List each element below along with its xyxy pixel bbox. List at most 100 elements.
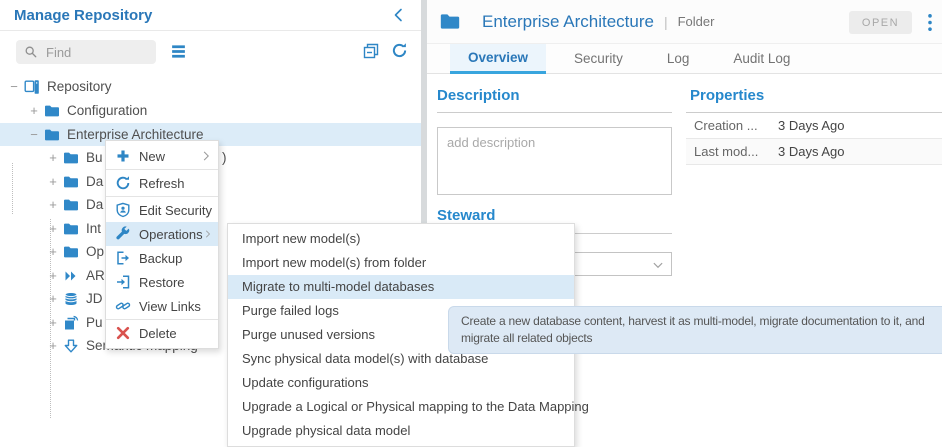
context-menu-item[interactable]: Edit Security	[106, 198, 218, 222]
links-icon	[115, 298, 131, 314]
submenu-item[interactable]: Import new model(s) from folder	[228, 251, 574, 275]
submenu-item[interactable]: Upgrade physical data model	[228, 419, 574, 443]
detail-header: Enterprise Architecture | Folder OPEN	[427, 0, 942, 44]
context-menu-item[interactable]: Refresh	[106, 171, 218, 195]
context-menu-item[interactable]: Operations	[106, 222, 218, 246]
submenu-item[interactable]: Import new model(s)	[228, 227, 574, 251]
chevron-left-icon[interactable]	[391, 7, 407, 23]
context-menu-item[interactable]: Backup	[106, 246, 218, 270]
menu-separator	[106, 319, 218, 320]
tree-row-label: Pu	[86, 315, 103, 330]
layers-icon	[63, 315, 79, 331]
tree-expander-plus[interactable]: +	[47, 268, 59, 283]
double-arrow-icon	[63, 268, 79, 284]
context-menu-item-label: Delete	[139, 326, 177, 341]
tree-expander-minus[interactable]: −	[8, 79, 20, 94]
panel-header: Manage Repository	[0, 0, 421, 31]
folder-icon	[44, 127, 60, 143]
shield-user-icon	[115, 202, 131, 218]
tree-expander-plus[interactable]: +	[47, 338, 59, 353]
steward-heading: Steward	[437, 207, 495, 224]
context-menu: New Refresh Edit Security Operations Backup R…	[105, 140, 219, 349]
property-value: 3 Days Ago	[778, 118, 942, 133]
tree-expander-plus[interactable]: +	[47, 150, 59, 165]
open-button[interactable]: OPEN	[849, 11, 912, 34]
tree-expander-plus[interactable]: +	[47, 174, 59, 189]
tree-row-label: Op	[86, 244, 104, 259]
tree-expander-plus[interactable]: +	[47, 315, 59, 330]
tree-expander-plus[interactable]: +	[47, 291, 59, 306]
plus-icon	[115, 148, 131, 164]
tree-toolbar	[0, 31, 421, 73]
properties-table: Creation ...3 Days AgoLast mod...3 Days …	[686, 113, 942, 165]
tree-expander-plus[interactable]: +	[28, 103, 40, 118]
tree-expander-plus[interactable]: +	[47, 244, 59, 259]
search-icon	[24, 45, 38, 59]
folder-icon	[63, 150, 79, 166]
folder-icon	[63, 174, 79, 190]
chevron-down-icon	[652, 259, 664, 271]
object-type-label: Folder	[678, 14, 715, 29]
panel-title: Manage Repository	[14, 7, 152, 24]
tree-row-label: JD	[86, 291, 103, 306]
tree-row[interactable]: − Repository	[0, 75, 421, 98]
property-row: Creation ...3 Days Ago	[686, 113, 942, 139]
context-menu-item[interactable]: Restore	[106, 270, 218, 294]
restore-icon	[115, 274, 131, 290]
refresh-icon	[115, 175, 131, 191]
tree-row-label: Bu	[86, 150, 103, 165]
submenu-item[interactable]: Migrate to multi-model databases	[228, 275, 574, 299]
tree-row-label: Repository	[47, 79, 112, 94]
search-input[interactable]	[44, 44, 148, 61]
context-menu-item-label: New	[139, 149, 165, 164]
refresh-icon[interactable]	[391, 42, 408, 59]
context-menu-item-label: Backup	[139, 251, 182, 266]
operation-tooltip: Create a new database content, harvest i…	[448, 306, 942, 354]
tab-log[interactable]: Log	[651, 44, 706, 74]
tab-security[interactable]: Security	[558, 44, 639, 74]
collapse-all-icon[interactable]	[363, 43, 379, 59]
kebab-icon[interactable]	[927, 13, 933, 32]
search-box[interactable]	[16, 40, 156, 64]
context-menu-item-label: Refresh	[139, 176, 185, 191]
folder-icon	[437, 11, 463, 32]
folder-icon	[44, 103, 60, 119]
submenu-item[interactable]: Update configurations	[228, 371, 574, 395]
tree-expander-plus[interactable]: +	[47, 197, 59, 212]
context-menu-item[interactable]: New	[106, 144, 218, 168]
tree-row-label: AR	[86, 268, 105, 283]
chevron-right-icon	[200, 150, 212, 162]
page-title: Enterprise Architecture	[482, 12, 654, 32]
wrench-icon	[115, 226, 131, 242]
server-icon	[24, 79, 40, 95]
database-icon	[63, 291, 79, 307]
tree-expander-minus[interactable]: −	[28, 127, 40, 142]
folder-icon	[63, 244, 79, 260]
folder-icon	[63, 197, 79, 213]
context-menu-item[interactable]: Delete	[106, 321, 218, 345]
tree-row[interactable]: + Configuration	[0, 99, 421, 122]
folder-icon	[63, 221, 79, 237]
tab-audit-log[interactable]: Audit Log	[717, 44, 806, 74]
context-menu-item-label: Edit Security	[139, 203, 212, 218]
title-separator: |	[664, 14, 668, 30]
tree-row-label: Configuration	[67, 103, 147, 118]
property-value: 3 Days Ago	[778, 144, 942, 159]
context-menu-item-label: Operations	[139, 227, 203, 242]
tab-overview[interactable]: Overview	[450, 44, 546, 74]
menu-lines-icon[interactable]	[170, 43, 187, 60]
menu-separator	[106, 169, 218, 170]
tab-bar: Overview Security Log Audit Log	[427, 44, 942, 74]
description-textarea[interactable]	[437, 127, 672, 195]
arrow-down-outline-icon	[63, 338, 79, 354]
backup-icon	[115, 250, 131, 266]
tree-expander-plus[interactable]: +	[47, 221, 59, 236]
menu-separator	[106, 196, 218, 197]
tree-row-label: Int	[86, 221, 101, 236]
property-row: Last mod...3 Days Ago	[686, 139, 942, 165]
context-menu-item[interactable]: View Links	[106, 294, 218, 318]
submenu-item[interactable]: Upgrade a Logical or Physical mapping to…	[228, 395, 574, 419]
context-menu-item-label: Restore	[139, 275, 185, 290]
property-label: Creation ...	[694, 118, 778, 133]
description-heading: Description	[437, 87, 520, 104]
